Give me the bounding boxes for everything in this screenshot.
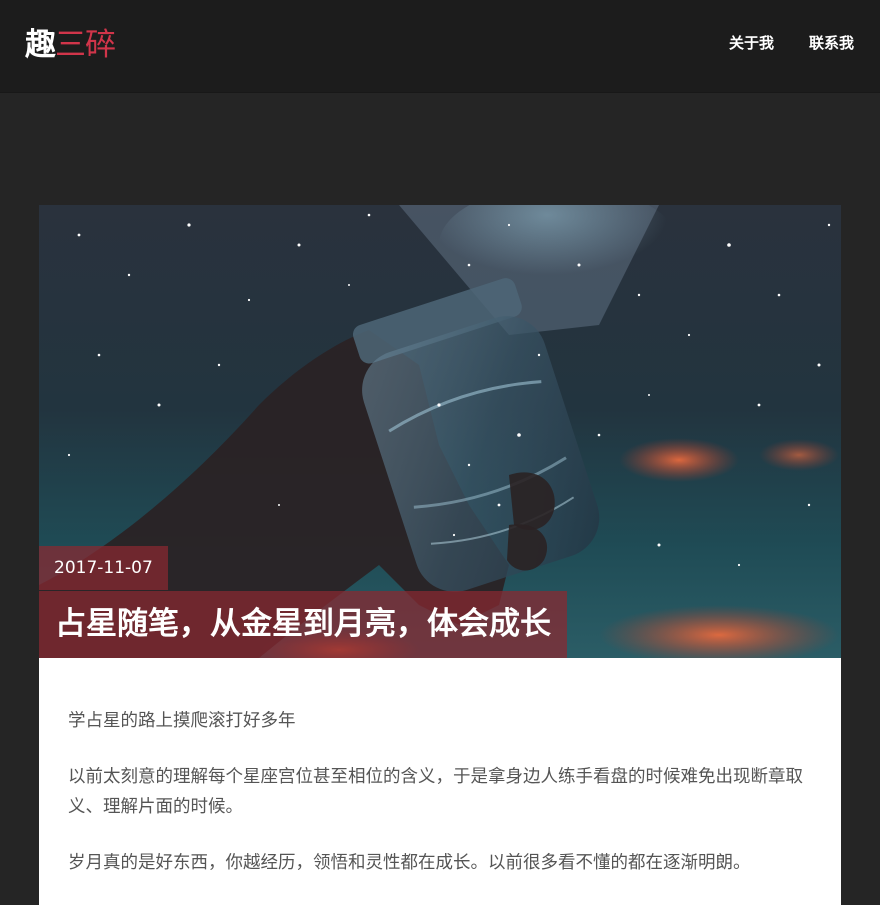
post-cover-image[interactable]: 2017-11-07 占星随笔，从金星到月亮，体会成长 (39, 205, 841, 658)
post-date: 2017-11-07 (39, 546, 168, 590)
post-excerpt: 学占星的路上摸爬滚打好多年 以前太刻意的理解每个星座宫位甚至相位的含义，于是拿身… (39, 658, 841, 878)
main-nav: 关于我 联系我 (729, 32, 854, 54)
logo-main-text: 趣 (25, 27, 56, 63)
nav-link-about[interactable]: 关于我 (729, 32, 774, 54)
site-logo[interactable]: 趣三碎 (25, 25, 116, 65)
site-header: 趣三碎 关于我 联系我 (0, 0, 880, 93)
logo-accent-text: 三碎 (55, 27, 116, 63)
nav-link-contact[interactable]: 联系我 (809, 32, 854, 54)
post-title[interactable]: 占星随笔，从金星到月亮，体会成长 (39, 591, 567, 658)
post-paragraph: 以前太刻意的理解每个星座宫位甚至相位的含义，于是拿身边人练手看盘的时候难免出现断… (68, 767, 803, 817)
post-paragraph: 岁月真的是好东西，你越经历，领悟和灵性都在成长。以前很多看不懂的都在逐渐明朗。 (68, 853, 751, 873)
post-paragraph: 学占星的路上摸爬滚打好多年 (68, 711, 296, 731)
post-card: 2017-11-07 占星随笔，从金星到月亮，体会成长 学占星的路上摸爬滚打好多… (39, 205, 841, 905)
